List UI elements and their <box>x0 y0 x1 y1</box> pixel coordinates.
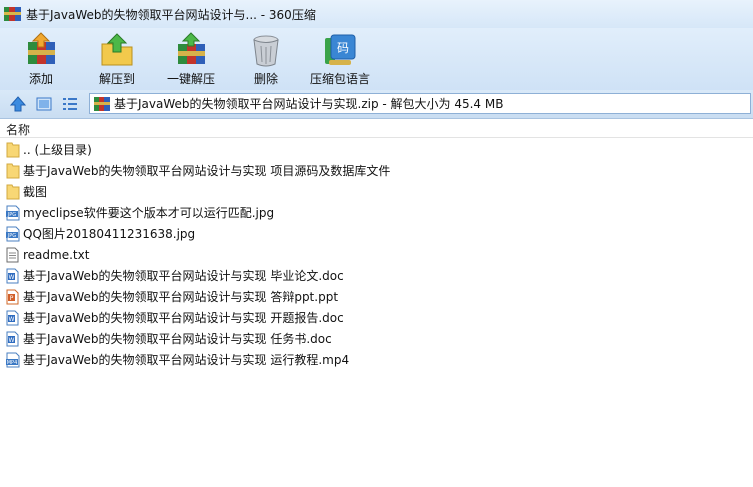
file-name: myeclipse软件要这个版本才可以运行匹配.jpg <box>23 206 275 220</box>
jpg-file-icon: JPG <box>5 204 21 221</box>
list-item[interactable]: MP4 基于JavaWeb的失物领取平台网站设计与实现 运行教程.mp4 <box>0 349 753 370</box>
file-name: 基于JavaWeb的失物领取平台网站设计与实现 答辩ppt.ppt <box>23 290 339 304</box>
file-name: 基于JavaWeb的失物领取平台网站设计与实现 开题报告.doc <box>23 311 344 325</box>
svg-text:W: W <box>9 316 15 323</box>
delete-label: 删除 <box>253 72 278 86</box>
list-item[interactable]: JPG QQ图片20180411231638.jpg <box>0 223 753 244</box>
delete-button[interactable]: 删除 <box>231 28 301 90</box>
one-click-extract-button[interactable]: 一键解压 <box>156 28 226 90</box>
column-header-name[interactable]: 名称 <box>0 119 753 138</box>
add-archive-icon <box>23 32 59 68</box>
file-name: .. (上级目录) <box>23 143 92 157</box>
list-item[interactable]: W 基于JavaWeb的失物领取平台网站设计与实现 毕业论文.doc <box>0 265 753 286</box>
list-item[interactable]: 截图 <box>0 181 753 202</box>
address-bar-row: 基于JavaWeb的失物领取平台网站设计与实现.zip - 解包大小为 45.4… <box>0 90 753 119</box>
file-name: QQ图片20180411231638.jpg <box>23 227 196 241</box>
thumbnail-view-icon[interactable] <box>35 95 53 113</box>
toolbar: 添加 解压到 一键解压 删除 码 压缩包语言 <box>0 28 753 90</box>
archive-app-icon <box>4 7 21 21</box>
jpg-file-icon: JPG <box>5 225 21 242</box>
list-item[interactable]: 基于JavaWeb的失物领取平台网站设计与实现 项目源码及数据库文件 <box>0 160 753 181</box>
text-file-icon <box>5 246 21 263</box>
word-file-icon: W <box>5 309 21 326</box>
extract-to-button[interactable]: 解压到 <box>82 28 152 90</box>
title-bar: 基于JavaWeb的失物领取平台网站设计与... - 360压缩 <box>0 0 753 28</box>
archive-language-label: 压缩包语言 <box>309 72 370 86</box>
list-item[interactable]: readme.txt <box>0 244 753 265</box>
trash-icon <box>248 32 284 68</box>
svg-text:JPG: JPG <box>6 233 15 239</box>
svg-text:W: W <box>9 274 15 281</box>
list-item[interactable]: JPG myeclipse软件要这个版本才可以运行匹配.jpg <box>0 202 753 223</box>
word-file-icon: W <box>5 267 21 284</box>
add-label: 添加 <box>28 72 53 86</box>
extract-to-label: 解压到 <box>98 72 135 86</box>
svg-text:码: 码 <box>337 41 349 55</box>
one-click-extract-icon <box>173 32 209 68</box>
file-list: .. (上级目录) 基于JavaWeb的失物领取平台网站设计与实现 项目源码及数… <box>0 139 753 370</box>
list-item[interactable]: W 基于JavaWeb的失物领取平台网站设计与实现 开题报告.doc <box>0 307 753 328</box>
window-title: 基于JavaWeb的失物领取平台网站设计与... - 360压缩 <box>26 7 316 22</box>
list-item[interactable]: W 基于JavaWeb的失物领取平台网站设计与实现 任务书.doc <box>0 328 753 349</box>
file-name: 基于JavaWeb的失物领取平台网站设计与实现 任务书.doc <box>23 332 332 346</box>
video-file-icon: MP4 <box>5 351 21 368</box>
folder-icon <box>5 162 21 179</box>
archive-language-button[interactable]: 码 压缩包语言 <box>305 28 375 90</box>
file-name: readme.txt <box>23 247 90 262</box>
svg-text:W: W <box>9 337 15 344</box>
svg-text:MP4: MP4 <box>6 360 17 366</box>
file-name: 基于JavaWeb的失物领取平台网站设计与实现 运行教程.mp4 <box>23 353 350 367</box>
zip-file-icon <box>94 96 110 111</box>
file-name: 截图 <box>23 185 48 199</box>
file-name: 基于JavaWeb的失物领取平台网站设计与实现 项目源码及数据库文件 <box>23 164 391 178</box>
column-header-label: 名称 <box>6 123 31 137</box>
list-item[interactable]: P 基于JavaWeb的失物领取平台网站设计与实现 答辩ppt.ppt <box>0 286 753 307</box>
address-field[interactable]: 基于JavaWeb的失物领取平台网站设计与实现.zip - 解包大小为 45.4… <box>89 93 751 114</box>
folder-icon <box>5 141 21 158</box>
word-file-icon: W <box>5 330 21 347</box>
one-click-extract-label: 一键解压 <box>166 72 215 86</box>
list-view-icon[interactable] <box>61 95 79 113</box>
extract-to-icon <box>99 32 135 68</box>
up-arrow-icon[interactable] <box>9 95 27 113</box>
powerpoint-file-icon: P <box>5 288 21 305</box>
svg-text:JPG: JPG <box>6 212 15 218</box>
address-text: 基于JavaWeb的失物领取平台网站设计与实现.zip - 解包大小为 45.4… <box>114 97 504 111</box>
file-name: 基于JavaWeb的失物领取平台网站设计与实现 毕业论文.doc <box>23 269 344 283</box>
svg-text:P: P <box>10 295 14 302</box>
add-button[interactable]: 添加 <box>6 28 76 90</box>
folder-icon <box>5 183 21 200</box>
archive-language-icon: 码 <box>322 32 358 68</box>
list-item[interactable]: .. (上级目录) <box>0 139 753 160</box>
